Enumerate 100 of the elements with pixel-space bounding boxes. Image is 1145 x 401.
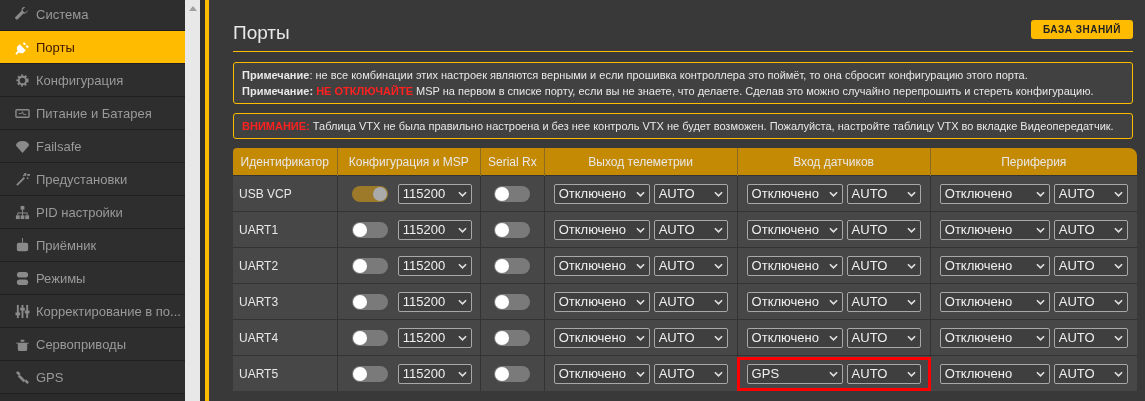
dropdown[interactable]: AUTO [653,219,728,240]
chevron-icon [1113,370,1123,377]
dropdown[interactable]: Отключено [553,291,650,312]
dropdown[interactable]: 115200 [397,255,472,276]
dropdown[interactable]: AUTO [846,291,921,312]
dropdown[interactable]: AUTO [653,183,728,204]
dropdown[interactable]: Отключено [746,255,843,276]
dropdown[interactable]: 115200 [397,291,472,312]
chevron-icon [457,334,467,341]
chevron-icon [828,370,838,377]
dropdown[interactable]: 115200 [397,327,472,348]
chevron-icon [1035,370,1045,377]
dropdown[interactable]: AUTO [846,363,921,384]
toggle-switch[interactable] [494,293,531,310]
dropdown[interactable]: GPS [746,363,843,384]
chevron-icon [635,370,645,377]
chevron-icon [457,298,467,305]
dropdown[interactable]: AUTO [846,255,921,276]
dropdown[interactable]: Отключено [553,183,650,204]
dropdown[interactable]: Отключено [746,219,843,240]
dropdown[interactable]: AUTO [1053,327,1128,348]
chevron-icon [713,370,723,377]
toggle-switch[interactable] [351,185,388,202]
dropdown[interactable]: 115200 [397,183,472,204]
chevron-icon [1035,334,1045,341]
toggle-switch[interactable] [494,221,531,238]
chevron-icon [457,262,467,269]
chevron-icon [906,370,916,377]
table-cell: USB VCP [233,175,338,212]
warning-text: ВНИМАНИЕ: Таблица VTX не была правильно настроена и без нее контроль VTX не будет возможен. Пожалуйста, настройте таблицу VTX во вкладке Видеопередатчик. [242,119,1115,134]
dropdown[interactable]: Отключено [939,327,1050,348]
dropdown[interactable]: AUTO [1053,291,1128,312]
dropdown[interactable]: AUTO [846,183,921,204]
chevron-icon [713,298,723,305]
chevron-icon [1113,298,1123,305]
column-header: Идентификатор [233,148,338,176]
chevron-icon [1113,262,1123,269]
dropdown[interactable]: Отключено [939,183,1050,204]
chevron-icon [713,226,723,233]
dropdown[interactable]: AUTO [653,255,728,276]
parachute-icon [15,138,30,154]
chevron-icon [713,334,723,341]
toggle-switch[interactable] [351,365,388,382]
dropdown[interactable]: AUTO [846,219,921,240]
dropdown[interactable]: Отключено [553,219,650,240]
sliders-icon [15,303,30,319]
chevron-icon [828,190,838,197]
dropdown[interactable]: Отключено [553,327,650,348]
dropdown[interactable]: Отключено [939,291,1050,312]
dropdown[interactable]: Отключено [746,327,843,348]
toggle-switch[interactable] [351,329,388,346]
sidebar-item[interactable]: Порты [0,31,185,64]
toggle-switch[interactable] [494,329,531,346]
toggle-switch[interactable] [494,257,531,274]
column-header: Конфигурация и MSP [337,148,481,176]
chevron-icon [828,262,838,269]
dropdown[interactable]: AUTO [653,363,728,384]
dropdown[interactable]: AUTO [1053,363,1128,384]
dropdown[interactable]: AUTO [1053,219,1128,240]
dropdown[interactable]: AUTO [653,291,728,312]
toggle-switch[interactable] [351,293,388,310]
gear-icon [15,72,30,88]
chevron-icon [635,226,645,233]
dropdown[interactable]: Отключено [746,291,843,312]
dropdown[interactable]: AUTO [1053,183,1128,204]
chevron-icon [713,190,723,197]
column-header: Serial Rx [480,148,545,176]
chevron-icon [828,334,838,341]
dropdown[interactable]: AUTO [846,327,921,348]
table-cell: UART1 [233,211,338,248]
page-title: Порты [233,21,290,45]
dropdown[interactable]: Отключено [939,255,1050,276]
toggle-switch[interactable] [494,365,531,382]
toggles-icon [15,270,30,286]
toggle-switch[interactable] [351,221,388,238]
toggle-switch[interactable] [351,257,388,274]
dropdown[interactable]: Отключено [939,363,1050,384]
dropdown[interactable]: Отключено [553,255,650,276]
chevron-icon [1113,334,1123,341]
help-button[interactable]: БАЗА ЗНАНИЙ [1030,20,1133,39]
chevron-icon [457,226,467,233]
note-text: Примечание: не все комбинации этих настроек являются верными и если прошивка контроллера это поймёт, то она сбросит конфигурацию этого порта. [242,68,1029,83]
dropdown[interactable]: Отключено [939,219,1050,240]
chevron-icon [457,370,467,377]
dropdown[interactable]: Отключено [746,183,843,204]
scrollbar[interactable] [185,0,200,401]
hierarchy-icon [15,204,30,220]
toggle-switch[interactable] [494,185,531,202]
table-cell: UART4 [233,319,338,356]
note-text: Примечание: НЕ ОТКЛЮЧАЙТЕ MSP на первом в списке порту, если вы не знаете, что делаете. Сделав это можно случайно перепрошить и стереть конфигурацию. [242,84,1095,99]
dropdown[interactable]: 115200 [397,219,472,240]
column-header: Выход телеметрии [544,148,738,176]
chevron-icon [906,334,916,341]
dropdown[interactable]: AUTO [653,327,728,348]
column-header: Периферия [930,148,1137,176]
dropdown[interactable]: 115200 [397,363,472,384]
dropdown[interactable]: AUTO [1053,255,1128,276]
table-cell: UART3 [233,283,338,320]
dropdown[interactable]: Отключено [553,363,650,384]
wand-icon [15,171,30,187]
